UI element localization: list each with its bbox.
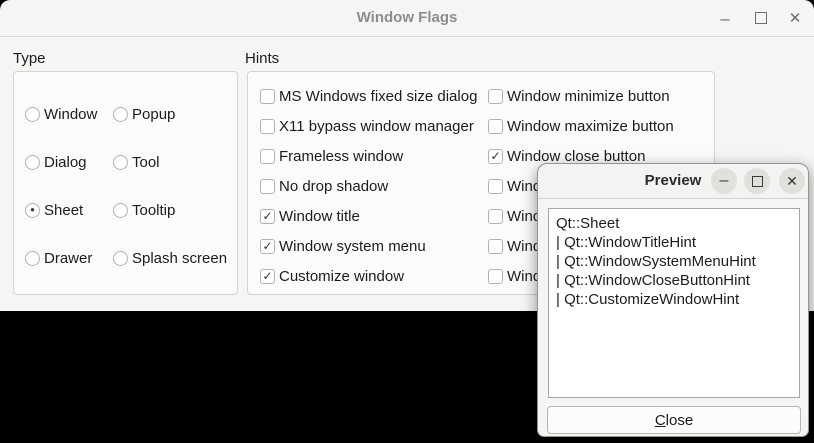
radio-dialog[interactable]: Dialog <box>25 138 113 186</box>
checkbox-icon <box>260 149 275 164</box>
close-button[interactable]: ✕ <box>786 9 804 27</box>
checkbox-window-minimize-button[interactable]: Window minimize button <box>488 81 714 111</box>
checkbox-icon <box>488 89 503 104</box>
type-groupbox: Window Popup Dialog Tool ●Sheet Tooltip … <box>13 71 238 295</box>
radio-label: Sheet <box>44 202 83 219</box>
flags-text-line: Qt::Sheet <box>556 214 792 233</box>
radio-drawer[interactable]: Drawer <box>25 234 113 282</box>
checkbox-window-system-menu[interactable]: ✓ Window system menu <box>260 231 488 261</box>
radio-label: Popup <box>132 106 175 123</box>
checkbox-label: No drop shadow <box>279 178 388 195</box>
radio-tooltip[interactable]: Tooltip <box>113 186 237 234</box>
radio-window[interactable]: Window <box>25 90 113 138</box>
checkbox-x11-bypass-window-manager[interactable]: X11 bypass window manager <box>260 111 488 141</box>
checkbox-icon <box>488 179 503 194</box>
close-button-label: Close <box>655 412 693 429</box>
checkbox-window-title[interactable]: ✓ Window title <box>260 201 488 231</box>
flags-text-line: | Qt::CustomizeWindowHint <box>556 290 792 309</box>
radio-label: Tool <box>132 154 160 171</box>
flags-text-line: | Qt::WindowTitleHint <box>556 233 792 252</box>
flags-text-line: | Qt::WindowSystemMenuHint <box>556 252 792 271</box>
radio-sheet[interactable]: ● Sheet <box>25 186 113 234</box>
radio-icon <box>113 155 128 170</box>
radio-popup[interactable]: Popup <box>113 90 237 138</box>
checkbox-customize-window[interactable]: ✓ Customize window <box>260 261 488 291</box>
radio-label: Window <box>44 106 97 123</box>
radio-label: Splash screen <box>132 250 227 267</box>
checkbox-icon <box>260 89 275 104</box>
preview-titlebar[interactable]: Preview – ✕ <box>538 164 808 199</box>
minimize-icon: – <box>720 10 729 27</box>
checkbox-label: Window title <box>279 208 360 225</box>
checkbox-icon <box>488 239 503 254</box>
radio-icon: ● <box>25 203 40 218</box>
checkbox-no-drop-shadow[interactable]: No drop shadow <box>260 171 488 201</box>
checkbox-label: X11 bypass window manager <box>279 118 474 135</box>
radio-label: Tooltip <box>132 202 175 219</box>
checkbox-label: Frameless window <box>279 148 403 165</box>
radio-icon <box>25 107 40 122</box>
preview-window: Preview – ✕ Qt::Sheet | Qt::WindowTitleH… <box>537 163 809 437</box>
flags-text-area[interactable]: Qt::Sheet | Qt::WindowTitleHint | Qt::Wi… <box>548 208 800 398</box>
checkbox-icon: ✓ <box>260 269 275 284</box>
checkbox-icon <box>260 179 275 194</box>
checkbox-label: Window minimize button <box>507 88 670 105</box>
radio-label: Drawer <box>44 250 92 267</box>
maximize-icon <box>752 176 763 187</box>
maximize-icon <box>755 12 767 24</box>
radio-icon <box>113 107 128 122</box>
checkbox-label: Window maximize button <box>507 118 674 135</box>
flags-text-line: | Qt::WindowCloseButtonHint <box>556 271 792 290</box>
close-icon: ✕ <box>786 174 798 188</box>
radio-tool[interactable]: Tool <box>113 138 237 186</box>
checkbox-icon <box>488 269 503 284</box>
maximize-button[interactable] <box>752 9 770 27</box>
radio-splash-screen[interactable]: Splash screen <box>113 234 237 282</box>
checkbox-icon <box>488 119 503 134</box>
radio-icon <box>25 251 40 266</box>
minimize-icon: – <box>720 173 729 189</box>
type-group-label: Type <box>13 50 46 68</box>
minimize-button[interactable]: – <box>716 9 734 27</box>
radio-icon <box>25 155 40 170</box>
main-titlebar[interactable]: Window Flags – ✕ <box>0 0 814 37</box>
checkbox-icon: ✓ <box>260 239 275 254</box>
minimize-button[interactable]: – <box>711 168 737 194</box>
checkbox-frameless-window[interactable]: Frameless window <box>260 141 488 171</box>
close-button[interactable]: ✕ <box>779 168 805 194</box>
close-preview-button[interactable]: Close <box>547 406 801 434</box>
checkbox-icon <box>260 119 275 134</box>
checkbox-label: Window close button <box>507 148 645 165</box>
checkbox-icon: ✓ <box>488 149 503 164</box>
checkbox-ms-windows-fixed-size-dialog[interactable]: MS Windows fixed size dialog <box>260 81 488 111</box>
checkbox-label: Customize window <box>279 268 404 285</box>
checkbox-icon <box>488 209 503 224</box>
checkbox-label: MS Windows fixed size dialog <box>279 88 477 105</box>
radio-label: Dialog <box>44 154 87 171</box>
radio-icon <box>113 251 128 266</box>
checkbox-label: Window system menu <box>279 238 426 255</box>
hints-group-label: Hints <box>245 50 279 68</box>
close-icon: ✕ <box>789 11 802 26</box>
checkbox-icon: ✓ <box>260 209 275 224</box>
main-window-title: Window Flags <box>0 0 814 36</box>
checkbox-window-maximize-button[interactable]: Window maximize button <box>488 111 714 141</box>
maximize-button[interactable] <box>744 168 770 194</box>
radio-icon <box>113 203 128 218</box>
